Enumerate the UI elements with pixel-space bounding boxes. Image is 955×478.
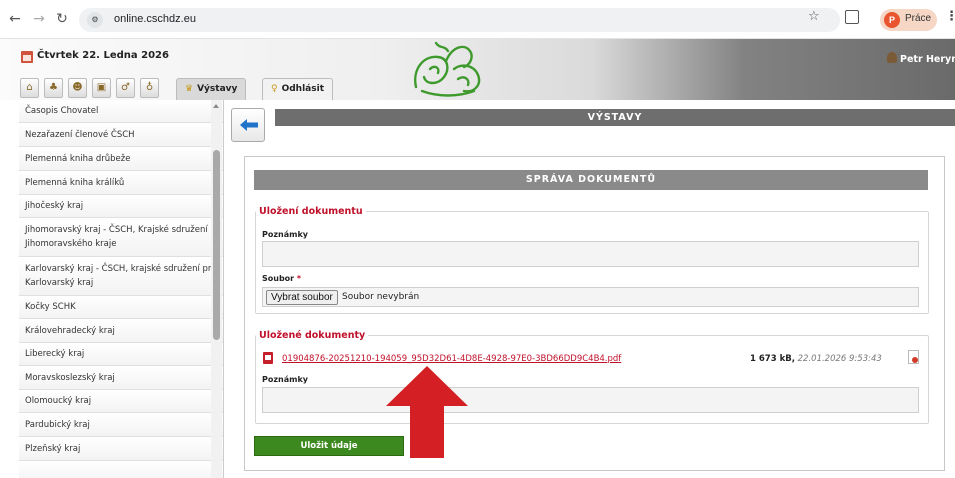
scroll-thumb[interactable]	[213, 150, 220, 340]
extensions-icon[interactable]	[845, 10, 859, 24]
forward-arrow-icon[interactable]: →	[30, 10, 48, 28]
section-title: VÝSTAVY	[275, 109, 955, 126]
tab-odhlasit[interactable]: ♀ Odhlásit	[262, 78, 333, 100]
site-info-icon[interactable]: ⚙	[87, 12, 103, 28]
sidebar-item[interactable]	[19, 461, 223, 478]
profile-name: Práce	[905, 13, 932, 24]
scroll-up-icon[interactable]	[213, 104, 219, 108]
arrow-left-icon	[240, 119, 258, 131]
sidebar-item[interactable]: Liberecký kraj	[19, 343, 223, 366]
current-date: Čtvrtek 22. Ledna 2026	[37, 50, 169, 61]
user-name: Petr Heryne	[900, 54, 955, 65]
file-label: Soubor *	[262, 274, 301, 283]
document-meta: 1 673 kB, 22.01.2026 9:53:43	[750, 354, 882, 364]
logo	[414, 41, 481, 97]
notes-label: Poznámky	[262, 230, 308, 239]
bookmark-star-icon[interactable]: ☆	[808, 9, 820, 24]
file-label-text: Soubor	[262, 274, 295, 283]
sidebar: Časopis Chovatel Nezařazení členové ČSCH…	[19, 100, 224, 478]
save-button[interactable]: Uložit údaje	[254, 436, 404, 456]
tab-vystavy[interactable]: ♛ Výstavy	[176, 78, 247, 100]
people-icon[interactable]: ☻	[68, 78, 87, 98]
calendar-icon	[21, 51, 33, 63]
notes-field[interactable]	[262, 241, 919, 267]
address-bar[interactable]: ⚙ online.cschdz.eu	[79, 8, 840, 32]
tree-icon[interactable]: ♣	[44, 78, 63, 98]
saved-notes-label: Poznámky	[262, 375, 308, 384]
profile-button[interactable]: P Práce	[880, 9, 937, 31]
required-mark: *	[296, 274, 302, 283]
sidebar-item[interactable]: Moravskoslezský kraj	[19, 366, 223, 390]
sidebar-item[interactable]: Olomoucký kraj	[19, 390, 223, 413]
book-icon[interactable]: ▣	[92, 78, 111, 98]
home-icon[interactable]: ⌂	[20, 78, 39, 98]
profile-avatar: P	[884, 12, 900, 28]
medal-icon[interactable]: ♁	[140, 78, 159, 98]
sidebar-item[interactable]: Časopis Chovatel	[19, 100, 223, 123]
sidebar-scrollbar[interactable]	[211, 100, 222, 478]
document-link[interactable]: 01904876-20251210-194059_95D32D61-4D8E-4…	[282, 354, 621, 364]
back-button[interactable]	[231, 108, 265, 142]
user-info[interactable]: Petr Heryne	[887, 52, 955, 65]
url-text: online.cschdz.eu	[114, 13, 196, 25]
pin-icon[interactable]: ♂	[116, 78, 135, 98]
delete-document-icon[interactable]	[908, 350, 919, 364]
back-arrow-icon[interactable]: ←	[6, 10, 24, 28]
sidebar-item[interactable]: Pardubický kraj	[19, 413, 223, 437]
key-icon: ♀	[271, 84, 278, 94]
tab-vystavy-label: Výstavy	[197, 84, 238, 94]
choose-file-button[interactable]: Vybrat soubor	[266, 290, 338, 305]
sidebar-item[interactable]: Plemenná kniha králíků	[19, 171, 223, 195]
user-icon	[887, 52, 897, 63]
saved-documents-legend: Uložené dokumenty	[259, 330, 366, 341]
browser-menu-icon[interactable]: ⋮	[945, 9, 955, 24]
sidebar-item[interactable]: Karlovarský kraj - ČSCH, krajské sdružen…	[19, 257, 223, 296]
file-status: Soubor nevybrán	[342, 292, 420, 302]
sidebar-item[interactable]: Jihočeský kraj	[19, 195, 223, 218]
document-date: 22.01.2026 9:53:43	[797, 354, 882, 364]
pdf-icon	[263, 352, 273, 364]
browser-toolbar: ← → ↻ ⚙ online.cschdz.eu ☆ P Práce ⋮	[0, 0, 955, 39]
sidebar-item[interactable]: Královehradecký kraj	[19, 319, 223, 343]
trophy-icon: ♛	[185, 84, 194, 94]
red-arrow-annotation	[386, 366, 468, 458]
reload-icon[interactable]: ↻	[53, 10, 71, 28]
saved-notes-field[interactable]	[262, 387, 919, 413]
upload-legend: Uložení dokumentu	[259, 206, 363, 217]
document-size: 1 673 kB,	[750, 354, 795, 364]
file-input[interactable]: Vybrat soubor Soubor nevybrán	[262, 287, 919, 307]
sidebar-item[interactable]: Kočky SCHK	[19, 296, 223, 319]
sidebar-item[interactable]: Plzeňský kraj	[19, 437, 223, 461]
panel-title: SPRÁVA DOKUMENTŮ	[254, 170, 928, 190]
sidebar-item[interactable]: Jihomoravský kraj - ČSCH, Krajské sdruže…	[19, 218, 223, 257]
sidebar-item[interactable]: Nezařazení členové ČSCH	[19, 123, 223, 147]
sidebar-item[interactable]: Plemenná kniha drůbeže	[19, 147, 223, 171]
tab-odhlasit-label: Odhlásit	[281, 84, 324, 94]
